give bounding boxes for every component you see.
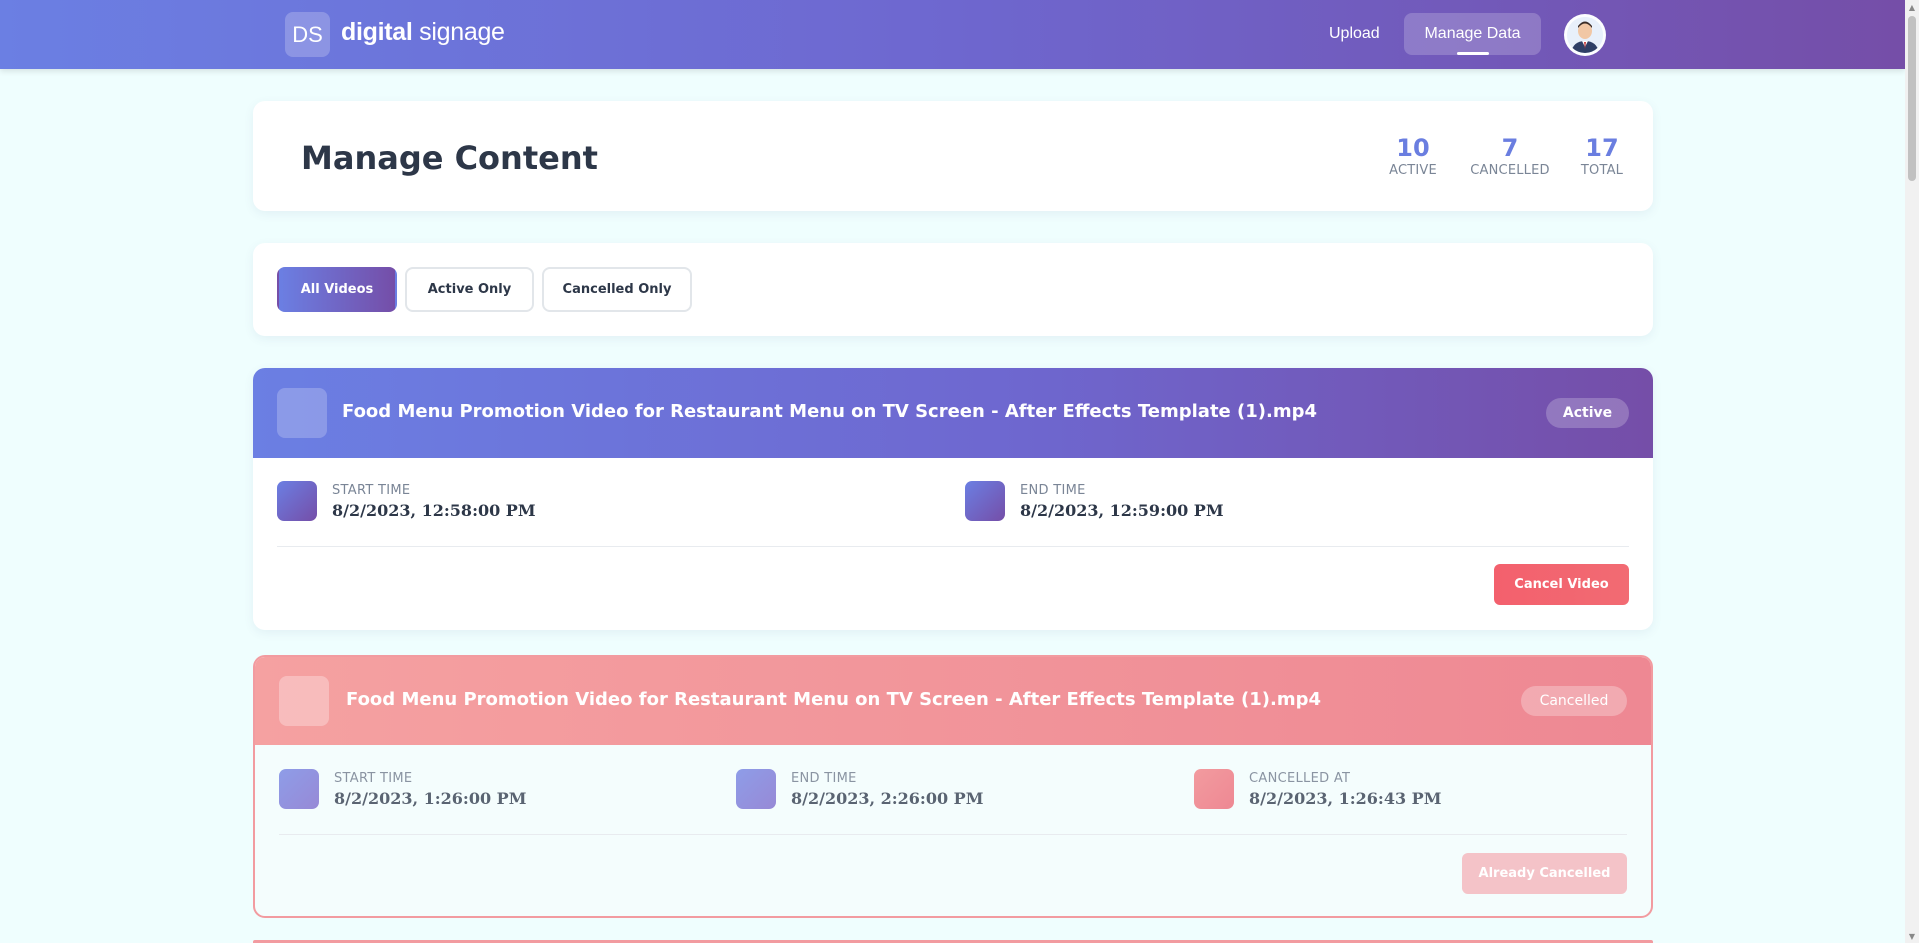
brand-name[interactable]: digital signage: [341, 18, 505, 47]
logo-icon[interactable]: DS: [285, 12, 330, 57]
summary-panel: Manage Content 10 ACTIVE 7 CANCELLED 17 …: [253, 101, 1653, 211]
start-time-label: START TIME: [334, 771, 413, 786]
user-avatar-icon: [1567, 17, 1603, 53]
nav-manage-data-link[interactable]: Manage Data: [1404, 13, 1541, 55]
start-time-label: START TIME: [332, 483, 411, 498]
start-time-value: 8/2/2023, 1:26:00 PM: [334, 789, 527, 808]
stat-active-value: 10: [1396, 134, 1430, 162]
clock-start-icon: [277, 481, 317, 521]
end-time-label: END TIME: [791, 771, 857, 786]
card-divider: [277, 546, 1629, 547]
filter-panel: All Videos Active Only Cancelled Only: [253, 243, 1653, 336]
cancelled-at-label: CANCELLED AT: [1249, 771, 1351, 786]
end-time-label: END TIME: [1020, 483, 1086, 498]
nav-upload-link[interactable]: Upload: [1313, 14, 1396, 54]
start-time-value: 8/2/2023, 12:58:00 PM: [332, 501, 536, 520]
end-time-value: 8/2/2023, 2:26:00 PM: [791, 789, 984, 808]
video-title: Food Menu Promotion Video for Restaurant…: [342, 401, 1318, 422]
already-cancelled-button: Already Cancelled: [1462, 853, 1627, 894]
stat-cancelled-label: CANCELLED: [1470, 163, 1550, 178]
video-file-icon: [277, 388, 327, 438]
clock-end-icon: [736, 769, 776, 809]
status-badge: Cancelled: [1521, 686, 1627, 716]
top-navbar: DS digital signage Upload Manage Data: [0, 0, 1905, 69]
brand-light: signage: [419, 18, 505, 46]
page-title: Manage Content: [301, 139, 598, 177]
filter-active-only-button[interactable]: Active Only: [405, 267, 534, 312]
brand-bold: digital: [341, 18, 413, 46]
scroll-thumb[interactable]: [1908, 16, 1916, 181]
video-title: Food Menu Promotion Video for Restaurant…: [346, 689, 1322, 710]
scroll-down-icon[interactable]: ▼: [1907, 931, 1917, 941]
video-card-header: Food Menu Promotion Video for Restaurant…: [255, 657, 1651, 745]
stat-active: 10 ACTIVE: [1383, 134, 1443, 180]
stat-total-value: 17: [1585, 134, 1619, 162]
video-card-header: Food Menu Promotion Video for Restaurant…: [253, 368, 1653, 458]
user-avatar[interactable]: [1564, 14, 1606, 56]
stat-total: 17 TOTAL: [1575, 134, 1629, 180]
page-scrollbar[interactable]: ▲ ▼: [1905, 0, 1919, 943]
stat-cancelled: 7 CANCELLED: [1465, 134, 1555, 180]
cancel-video-button[interactable]: Cancel Video: [1494, 564, 1629, 605]
filter-cancelled-only-button[interactable]: Cancelled Only: [542, 267, 692, 312]
clock-end-icon: [965, 481, 1005, 521]
status-badge: Active: [1546, 398, 1629, 428]
card-divider: [279, 834, 1627, 835]
stat-total-label: TOTAL: [1580, 163, 1624, 178]
video-file-icon: [279, 676, 329, 726]
end-time-value: 8/2/2023, 12:59:00 PM: [1020, 501, 1224, 520]
video-card: Food Menu Promotion Video for Restaurant…: [253, 368, 1653, 630]
cancelled-clock-icon: [1194, 769, 1234, 809]
stat-cancelled-value: 7: [1501, 134, 1519, 162]
filter-all-videos-button[interactable]: All Videos: [277, 267, 397, 312]
video-card-cancelled: Food Menu Promotion Video for Restaurant…: [253, 655, 1653, 918]
stat-active-label: ACTIVE: [1389, 163, 1437, 178]
scroll-up-icon[interactable]: ▲: [1907, 2, 1917, 12]
clock-start-icon: [279, 769, 319, 809]
cancelled-at-value: 8/2/2023, 1:26:43 PM: [1249, 789, 1442, 808]
